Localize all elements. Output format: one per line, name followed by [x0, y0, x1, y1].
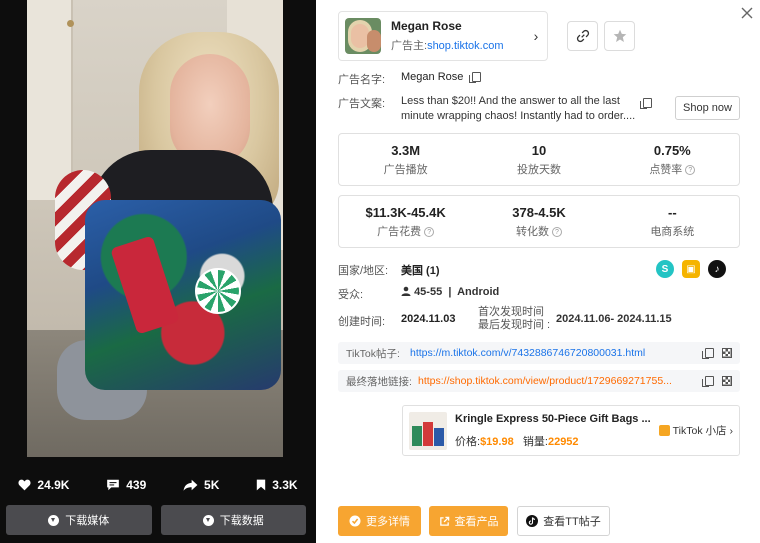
download-icon: [202, 514, 214, 526]
help-icon[interactable]: ?: [685, 164, 696, 175]
landing-page-link[interactable]: https://shop.tiktok.com/view/product/172…: [418, 375, 705, 387]
copy-icon[interactable]: [469, 72, 481, 83]
seen-labels: 首次发现时间 最后发现时间 :: [478, 306, 551, 331]
help-icon[interactable]: ?: [424, 226, 435, 237]
user-icon: [401, 286, 411, 296]
advertiser-name: Megan Rose: [391, 19, 462, 33]
metric-spend: $11.3K-45.4K 广告花费?: [365, 204, 446, 238]
product-sales: 22952: [547, 435, 579, 448]
avatar: [345, 18, 381, 54]
qr-code-icon[interactable]: [722, 376, 732, 386]
copy-link-button[interactable]: [567, 21, 598, 51]
metric-ecommerce: -- 电商系统: [650, 204, 695, 238]
view-tt-post-button[interactable]: 查看TT帖子: [517, 506, 610, 536]
seen-range: 2024.11.06- 2024.11.15: [556, 313, 672, 325]
share-icon: [183, 479, 198, 491]
shares-stat: 5K: [183, 478, 219, 492]
close-icon[interactable]: [740, 6, 754, 20]
gift-bags: [85, 200, 281, 390]
advertiser-card[interactable]: Megan Rose 广告主:shop.tiktok.com ›: [338, 11, 548, 61]
view-product-button[interactable]: 查看产品: [429, 506, 508, 536]
platform-icons: S ▣ ♪: [656, 260, 726, 278]
metric-days: 10 投放天数: [516, 142, 561, 176]
metric-conversions: 378-4.5K 转化数?: [512, 204, 566, 238]
metrics-card-bottom: $11.3K-45.4K 广告花费? 378-4.5K 转化数? -- 电商系统: [338, 195, 740, 248]
landing-link-row: 最终落地链接: https://shop.tiktok.com/view/pro…: [338, 370, 740, 392]
advertiser-link[interactable]: shop.tiktok.com: [427, 40, 503, 52]
copy-icon[interactable]: [640, 98, 652, 109]
tiktok-shop-icon: ▣: [682, 260, 700, 278]
media-panel: 24.9K 439 5K 3.3K 下载媒体 下载数据: [0, 0, 316, 543]
metrics-card-top: 3.3M 广告播放 10 投放天数 0.75% 点赞率?: [338, 133, 740, 186]
download-media-button[interactable]: 下载媒体: [6, 505, 152, 535]
copy-icon[interactable]: [702, 376, 714, 387]
help-icon[interactable]: ?: [551, 226, 562, 237]
bookmark-icon: [256, 479, 266, 491]
region-row: 国家/地区: 美国 (1): [338, 265, 440, 277]
comments-stat: 439: [106, 478, 146, 492]
product-thumbnail: [409, 411, 447, 450]
product-card[interactable]: Kringle Express 50-Piece Gift Bags ... 价…: [402, 405, 740, 456]
tiktok-icon: ♪: [708, 260, 726, 278]
heart-icon: [18, 479, 31, 491]
video-player[interactable]: [27, 0, 283, 457]
more-details-button[interactable]: 更多详情: [338, 506, 421, 536]
star-icon: [613, 29, 626, 42]
shop-bag-icon: [658, 425, 670, 436]
tiktok-post-link[interactable]: https://m.tiktok.com/v/74328867467208000…: [410, 347, 705, 359]
cta-button[interactable]: Shop now: [675, 96, 740, 120]
created-row: 创建时间: 2024.11.03: [338, 313, 456, 328]
chevron-right-icon: ›: [729, 424, 734, 437]
comment-icon: [107, 479, 120, 491]
download-icon: [48, 514, 60, 526]
link-icon: [576, 29, 589, 43]
audience-row: 受众: 45-55 | Android: [338, 286, 500, 301]
metric-impressions: 3.3M 广告播放: [383, 142, 428, 176]
product-price: $19.98: [480, 435, 514, 448]
copy-icon[interactable]: [702, 348, 714, 359]
ad-copy-row: 广告文案:: [338, 98, 386, 110]
ad-name-row: 广告名字: Megan Rose: [338, 71, 481, 87]
download-data-button[interactable]: 下载数据: [160, 505, 306, 535]
video-bg-door: [27, 0, 74, 200]
metric-like-rate: 0.75% 点赞率?: [606, 134, 739, 185]
details-panel: Megan Rose 广告主:shop.tiktok.com › 广告名字: M…: [316, 0, 760, 543]
tiktok-post-link-row: TikTok帖子: https://m.tiktok.com/v/7432886…: [338, 342, 740, 364]
tiktok-icon: [526, 515, 539, 527]
favorite-button[interactable]: [604, 21, 635, 51]
saves-stat: 3.3K: [256, 478, 298, 492]
video-stats: 24.9K 439 5K 3.3K: [0, 472, 316, 498]
tiktok-shop-badge[interactable]: TikTok 小店 ›: [658, 423, 734, 438]
ad-copy-text: Less than $20!! And the answer to all th…: [401, 95, 636, 122]
external-link-icon: [439, 516, 449, 526]
s-platform-icon: S: [656, 260, 674, 278]
product-title: Kringle Express 50-Piece Gift Bags ...: [455, 412, 651, 425]
details-icon: [349, 515, 361, 527]
qr-code-icon[interactable]: [722, 348, 732, 358]
likes-stat: 24.9K: [18, 478, 69, 492]
chevron-right-icon: ›: [533, 28, 539, 44]
